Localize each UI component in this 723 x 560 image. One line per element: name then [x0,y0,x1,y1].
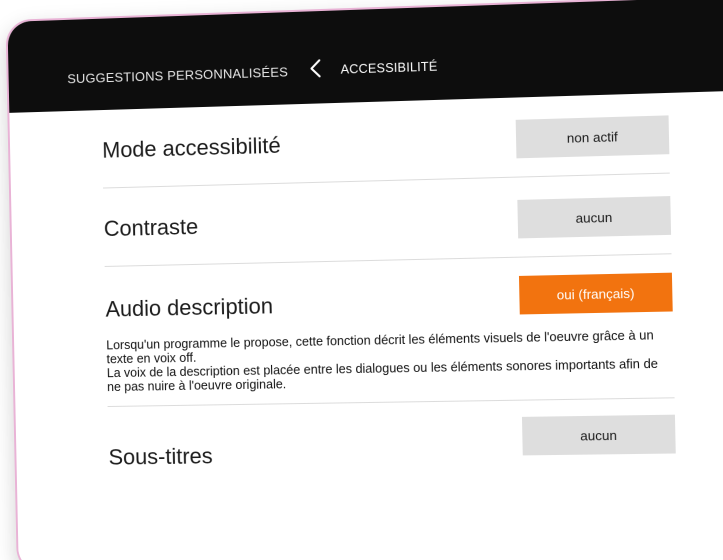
chevron-left-icon[interactable] [305,57,328,80]
setting-row-audio-description: Audio description oui (français) Lorsqu'… [104,254,675,408]
tablet-device: SUGGESTIONS PERSONNALISÉES ACCESSIBILITÉ… [5,0,723,560]
mode-value-button[interactable]: non actif [515,115,670,159]
breadcrumb-current: ACCESSIBILITÉ [340,59,438,77]
stage: SUGGESTIONS PERSONNALISÉES ACCESSIBILITÉ… [0,0,723,560]
setting-label-contrast: Contraste [103,213,199,242]
contrast-value-button[interactable]: aucun [517,196,672,239]
audio-description-value-button[interactable]: oui (français) [518,272,673,315]
setting-row-subtitles: Sous-titres aucun [108,398,677,496]
setting-label-subtitles: Sous-titres [108,443,213,470]
breadcrumb-parent[interactable]: SUGGESTIONS PERSONNALISÉES [67,64,288,86]
subtitles-value-button[interactable]: aucun [521,414,676,456]
setting-row-mode: Mode accessibilité non actif [101,92,670,189]
screen: SUGGESTIONS PERSONNALISÉES ACCESSIBILITÉ… [7,0,723,560]
settings-list: Mode accessibilité non actif Contraste a… [101,92,677,497]
setting-label-mode: Mode accessibilité [101,132,281,163]
setting-label-audio-description: Audio description [105,293,274,322]
audio-description-text: Lorsqu'un programme le propose, cette fo… [106,328,674,394]
setting-row-contrast: Contraste aucun [103,173,672,267]
